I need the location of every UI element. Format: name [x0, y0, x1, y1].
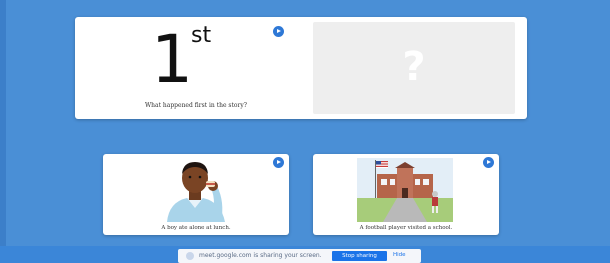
hide-button[interactable]: Hide — [393, 252, 406, 258]
option-label: A football player visited a school. — [359, 225, 453, 231]
question-mark-icon: ? — [402, 44, 426, 90]
option-card-football-player[interactable]: A football player visited a school. — [313, 154, 499, 235]
play-audio-icon[interactable] — [273, 157, 284, 168]
screen-share-notice: meet.google.com is sharing your screen. … — [178, 249, 421, 263]
answer-drop-slot[interactable]: ? — [313, 22, 515, 114]
option-label: A boy ate alone at lunch. — [161, 225, 231, 231]
left-edge-strip — [0, 0, 6, 263]
play-audio-icon[interactable] — [273, 26, 284, 37]
option-card-boy-lunch[interactable]: A boy ate alone at lunch. — [103, 154, 289, 235]
play-audio-icon[interactable] — [483, 157, 494, 168]
ordinal-suffix: st — [191, 23, 212, 48]
boy-eating-illustration — [167, 162, 225, 222]
share-message: meet.google.com is sharing your screen. — [199, 252, 322, 259]
ordinal-number: 1 — [151, 21, 193, 98]
screen-share-icon — [186, 252, 194, 260]
ordinal-heading: 1 st — [151, 25, 211, 93]
stop-sharing-button[interactable]: Stop sharing — [332, 251, 387, 261]
question-text: What happened first in the story? — [144, 102, 248, 109]
school-visit-illustration — [357, 158, 453, 222]
